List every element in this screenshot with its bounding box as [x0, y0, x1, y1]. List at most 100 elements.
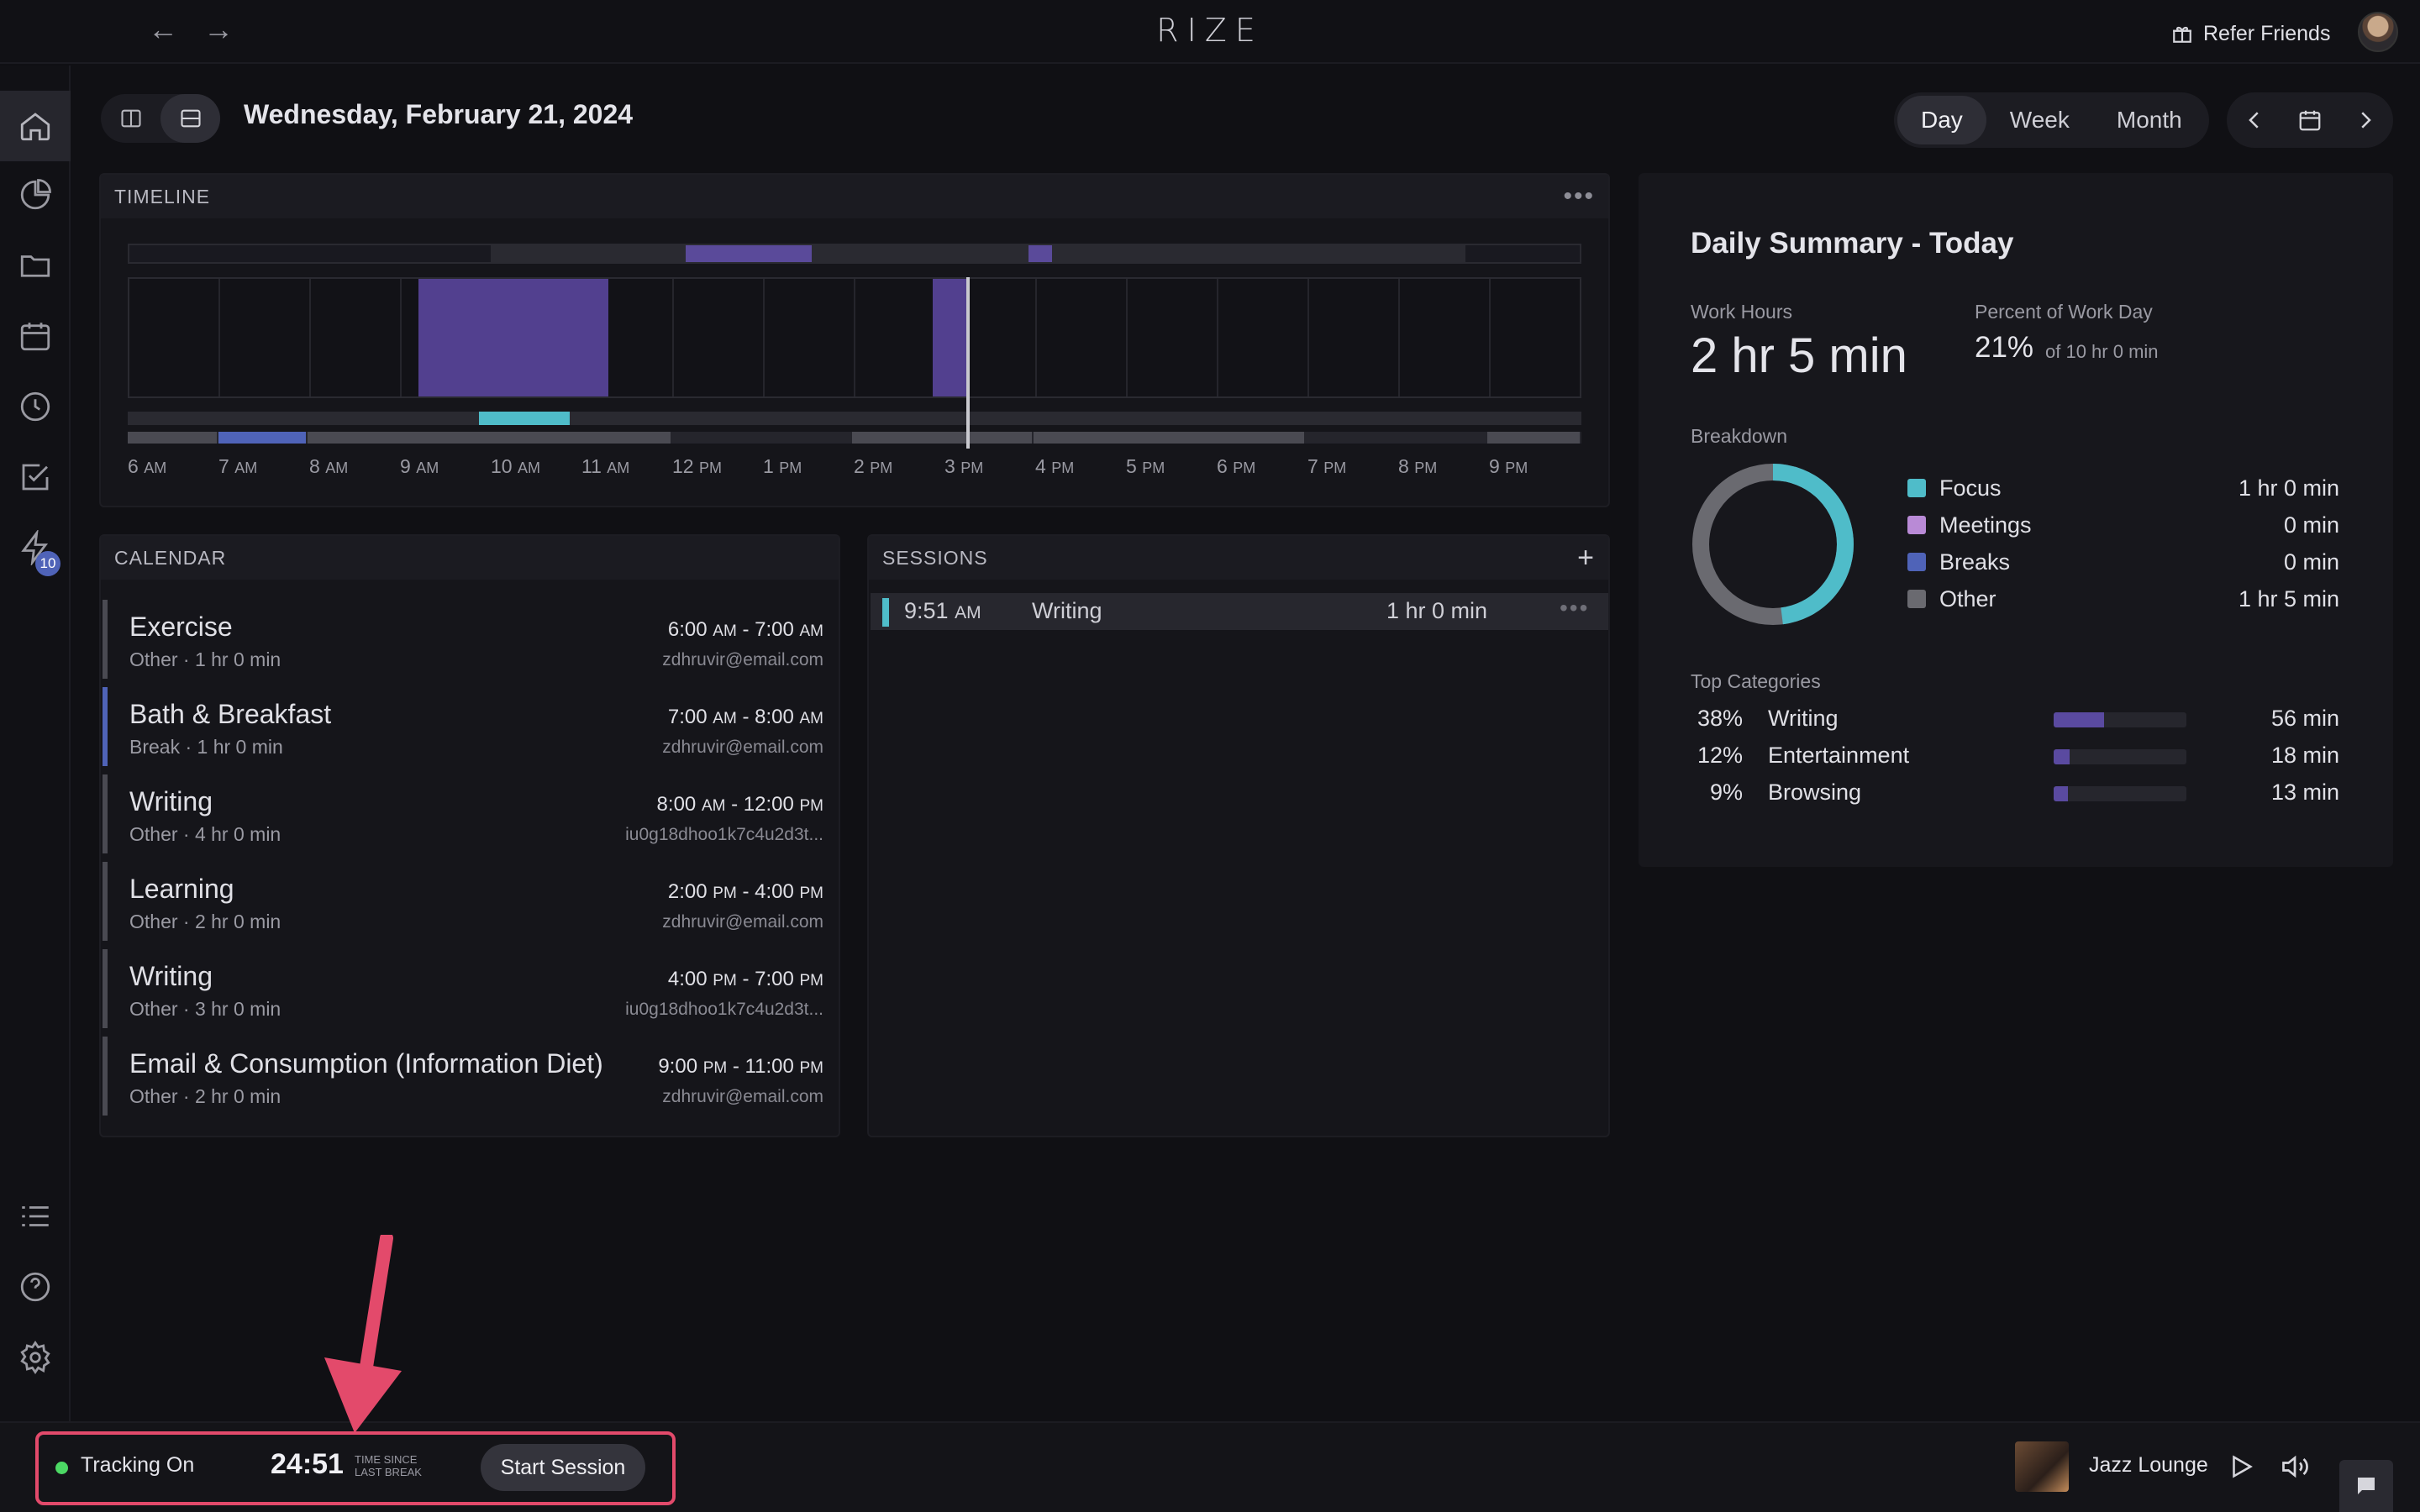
category-bar-fill: [2054, 749, 2070, 764]
tab-week[interactable]: Week: [1986, 96, 2093, 144]
sidebar-item-history[interactable]: [0, 371, 71, 442]
event-title: Learning: [129, 874, 234, 904]
hour-label: 2 PM: [854, 455, 893, 477]
event-title: Bath & Breakfast: [129, 699, 332, 729]
top-categories-label: Top Categories: [1691, 670, 1821, 692]
event-title: Exercise: [129, 612, 233, 642]
hour-label: 6 AM: [128, 455, 167, 477]
event-color-strip: [103, 949, 108, 1028]
calendar-event[interactable]: Learning Other · 2 hr 0 min 2:00 PM - 4:00…: [103, 862, 823, 941]
list-icon: [22, 1206, 49, 1226]
back-arrow-icon[interactable]: ←: [148, 12, 178, 47]
session-time: 9:51 AM: [904, 598, 981, 623]
notification-badge: 10: [35, 551, 60, 576]
chevron-left-icon[interactable]: [2242, 108, 2267, 133]
legend-label: Focus: [1939, 475, 2002, 501]
event-title: Writing: [129, 961, 213, 991]
timeline-tracked-range: [491, 245, 1465, 262]
category-bar: [2054, 786, 2186, 801]
hour-label: 6 PM: [1217, 455, 1256, 477]
tracking-status-label[interactable]: Tracking On: [81, 1453, 194, 1478]
sidebar-item-reports[interactable]: [0, 160, 71, 230]
event-subtitle: Other · 2 hr 0 min: [129, 911, 281, 932]
sidebar-item-settings[interactable]: [0, 1322, 71, 1393]
calendar-event[interactable]: Bath & Breakfast Break · 1 hr 0 min 7:00 A…: [103, 687, 823, 766]
session-row[interactable]: [871, 593, 1608, 630]
volume-icon[interactable]: [2279, 1452, 2311, 1482]
legend-swatch: [1907, 553, 1926, 571]
tab-month[interactable]: Month: [2093, 96, 2206, 144]
rows-icon: [180, 109, 201, 128]
more-options-icon[interactable]: •••: [1563, 182, 1595, 211]
forward-arrow-icon[interactable]: →: [203, 12, 234, 47]
sidebar-item-help[interactable]: [0, 1252, 71, 1322]
refer-friends-button[interactable]: Refer Friends: [2171, 17, 2330, 50]
calendar-event[interactable]: Exercise Other · 1 hr 0 min 6:00 AM - 7:00…: [103, 600, 823, 679]
sidebar-item-projects[interactable]: [0, 230, 71, 301]
add-session-icon[interactable]: +: [1577, 542, 1595, 575]
timeline-calendar-track: [128, 432, 1581, 444]
play-icon[interactable]: [2227, 1452, 2255, 1482]
sidebar-item-list[interactable]: [0, 1181, 71, 1252]
session-more-icon[interactable]: •••: [1560, 595, 1589, 622]
category-percent: 38%: [1697, 706, 1743, 731]
event-color-strip: [103, 600, 108, 679]
break-timer: 24:51: [271, 1448, 344, 1480]
percent-workday-label: Percent of Work Day: [1975, 301, 2153, 323]
event-title: Email & Consumption (Information Diet): [129, 1048, 603, 1079]
timeline-overview-bar: [128, 244, 1581, 264]
category-duration: 13 min: [2270, 780, 2339, 805]
clock-icon: [20, 391, 50, 422]
event-account: zdhruvir@email.com: [662, 650, 823, 669]
stacked-view-button[interactable]: [160, 94, 220, 143]
timeline-focus-session[interactable]: [479, 412, 570, 425]
category-bar: [2054, 749, 2186, 764]
hour-label: 8 PM: [1398, 455, 1438, 477]
hour-label: 1 PM: [763, 455, 802, 477]
sidebar-item-calendar[interactable]: [0, 301, 71, 371]
page-title: Wednesday, February 21, 2024: [244, 99, 634, 129]
timeline-grid[interactable]: [128, 277, 1581, 398]
calendar-picker-icon[interactable]: [2297, 108, 2323, 133]
start-session-button[interactable]: Start Session: [481, 1444, 645, 1491]
tab-day[interactable]: Day: [1897, 96, 1986, 144]
timeline-title: TIMELINE: [114, 185, 211, 207]
sidebar-item-automations[interactable]: [0, 512, 71, 583]
help-icon: [20, 1272, 50, 1302]
gear-icon: [20, 1340, 50, 1375]
calendar-event[interactable]: Writing Other · 3 hr 0 min 4:00 PM - 7:00 …: [103, 949, 823, 1028]
chat-button[interactable]: [2339, 1460, 2393, 1512]
chevron-right-icon[interactable]: [2353, 108, 2378, 133]
event-account: iu0g18dhoo1k7c4u2d3t...: [625, 1000, 823, 1019]
hour-label: 9 PM: [1489, 455, 1528, 477]
checkbox-icon: [22, 464, 49, 491]
event-subtitle: Other · 2 hr 0 min: [129, 1085, 281, 1107]
category-percent: 9%: [1709, 780, 1743, 805]
timeline-focus-block: [686, 245, 812, 262]
sidebar-item-tasks[interactable]: [0, 442, 71, 512]
date-navigator: [2227, 92, 2393, 148]
timeline-activity-block[interactable]: [933, 279, 968, 396]
split-view-button[interactable]: [101, 94, 160, 143]
legend-value: 0 min: [2283, 549, 2339, 575]
hour-label: 7 PM: [1307, 455, 1347, 477]
event-title: Writing: [129, 786, 213, 816]
event-color-strip: [103, 774, 108, 853]
calendar-event[interactable]: Email & Consumption (Information Diet) Ot…: [103, 1037, 823, 1116]
category-percent: 12%: [1697, 743, 1743, 768]
sidebar-item-home[interactable]: [0, 91, 71, 161]
timeline-focus-track: [128, 412, 1581, 425]
legend-label: Meetings: [1939, 512, 2032, 538]
legend-swatch: [1907, 479, 1926, 497]
event-subtitle: Break · 1 hr 0 min: [129, 736, 283, 758]
calendar-event[interactable]: Writing Other · 4 hr 0 min 8:00 AM - 12:00…: [103, 774, 823, 853]
hour-label: 3 PM: [944, 455, 984, 477]
category-duration: 18 min: [2270, 743, 2339, 768]
user-avatar[interactable]: [2358, 12, 2398, 52]
legend-label: Breaks: [1939, 549, 2011, 575]
timeline-activity-block[interactable]: [418, 279, 608, 396]
tracking-status-dot: [55, 1462, 68, 1474]
home-icon: [20, 113, 50, 141]
event-account: iu0g18dhoo1k7c4u2d3t...: [625, 825, 823, 844]
hour-label: 8 AM: [309, 455, 349, 477]
